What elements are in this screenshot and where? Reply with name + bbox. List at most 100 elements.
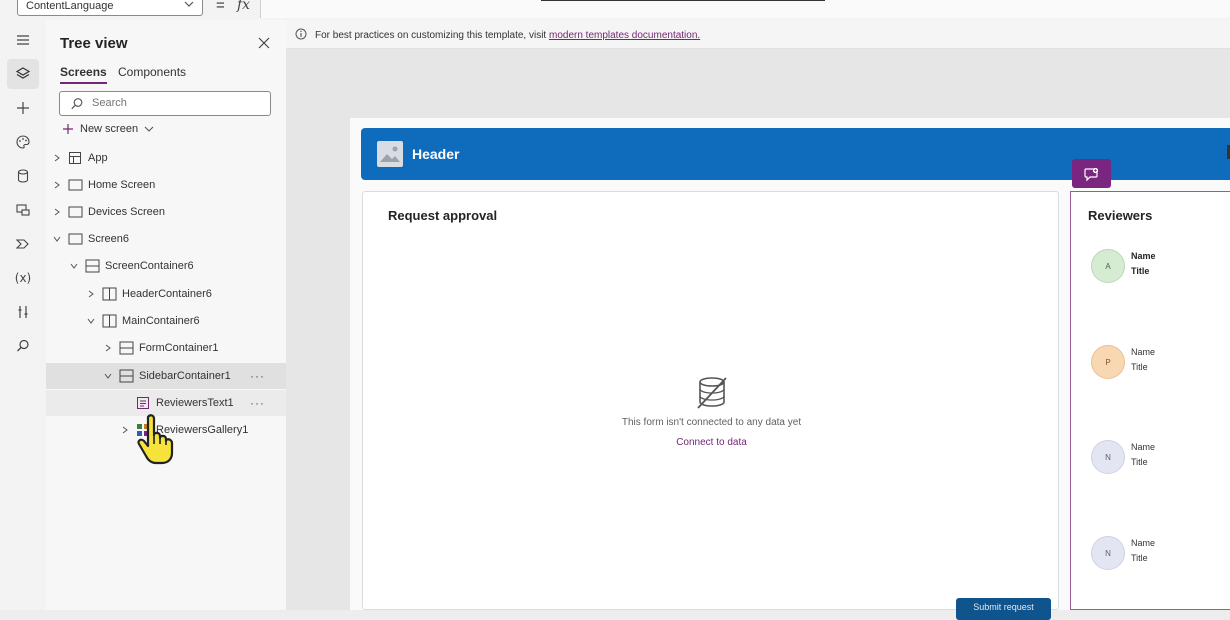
power-automate-icon[interactable] — [7, 229, 39, 259]
screen-icon — [67, 205, 83, 219]
property-dropdown-value: ContentLanguage — [26, 0, 114, 12]
tree-node-label: MainContainer6 — [122, 315, 200, 327]
plus-icon — [63, 124, 73, 134]
form-container[interactable]: Request approval This form isn't connect… — [362, 191, 1060, 620]
tree-node-headercontainer6[interactable]: HeaderContainer6 — [46, 281, 325, 307]
info-text: For best practices on customizing this t… — [315, 30, 700, 41]
templates-documentation-link[interactable]: modern templates documentation. — [549, 30, 700, 41]
reviewers-title: Reviewers — [1088, 208, 1153, 223]
tree-node-app[interactable]: App — [46, 145, 291, 171]
copilot-icon[interactable] — [1072, 159, 1111, 188]
form-empty-message: This form isn't connected to any data ye… — [621, 417, 802, 428]
tree-node-screen6[interactable]: Screen6 — [46, 226, 291, 252]
info-icon — [295, 28, 307, 40]
reviewer-title: Title — [1131, 553, 1148, 563]
reviewer-name: Name — [1131, 251, 1156, 261]
formula-input[interactable] — [260, 0, 1230, 18]
tree-node-label: Screen6 — [88, 233, 129, 245]
menu-icon[interactable] — [7, 25, 39, 55]
tree-node-screencontainer6[interactable]: ScreenContainer6 — [46, 253, 308, 279]
tree-node-label: SidebarContainer1 — [139, 370, 231, 382]
plus-icon[interactable] — [7, 93, 39, 123]
connect-to-data-link[interactable]: Connect to data — [363, 437, 1060, 448]
avatar: A — [1091, 249, 1125, 283]
left-rail: (x) — [0, 20, 47, 610]
database-icon[interactable] — [7, 161, 39, 191]
chevron-right-icon[interactable] — [51, 181, 63, 189]
tree-node-label: Devices Screen — [88, 206, 166, 218]
formula-bar: ContentLanguage = fx — [0, 0, 1230, 20]
tree-node-label: ReviewersText1 — [156, 397, 234, 409]
fx-icon: fx — [237, 0, 251, 13]
more-options-icon[interactable]: ··· — [250, 369, 265, 383]
chevron-down-icon[interactable] — [85, 317, 97, 325]
reviewer-item[interactable]: N Name Title — [1091, 440, 1230, 480]
image-placeholder-icon[interactable] — [377, 141, 403, 167]
search-input[interactable] — [90, 96, 264, 110]
chevron-down-icon — [184, 0, 194, 9]
chevron-right-icon[interactable] — [102, 344, 114, 352]
reviewer-item[interactable]: A Name Title — [1091, 249, 1230, 289]
more-options-icon[interactable]: ··· — [250, 396, 265, 410]
tree-node-devices-screen[interactable]: Devices Screen — [46, 199, 291, 225]
reviewer-item[interactable]: N Name Title — [1091, 536, 1230, 576]
media-icon[interactable] — [7, 195, 39, 225]
property-dropdown[interactable]: ContentLanguage — [17, 0, 203, 16]
tree-node-label: ScreenContainer6 — [105, 260, 194, 272]
chevron-right-icon[interactable] — [85, 290, 97, 298]
equals-sign: = — [216, 0, 225, 14]
tree-search-box[interactable] — [59, 91, 271, 116]
screen-icon — [67, 178, 83, 192]
new-screen-label: New screen — [80, 123, 139, 135]
search-icon[interactable] — [7, 331, 39, 361]
tree-view-title: Tree view — [60, 35, 128, 52]
tree-node-label: Home Screen — [88, 179, 156, 191]
sidebar-container[interactable]: Reviewers A Name Title P Name Title N Na… — [1070, 191, 1230, 610]
template-info-bar: For best practices on customizing this t… — [286, 20, 1230, 49]
reviewer-name: Name — [1131, 347, 1156, 357]
database-off-icon — [696, 376, 728, 410]
layers-icon[interactable] — [7, 59, 39, 89]
new-screen-button[interactable]: New screen — [62, 123, 154, 135]
chevron-right-icon[interactable] — [51, 154, 63, 162]
app-icon — [67, 151, 83, 165]
horizontal-container-icon — [101, 314, 117, 328]
tree-node-label: FormContainer1 — [139, 342, 219, 354]
submit-request-button[interactable]: Submit request — [956, 598, 1051, 620]
tools-icon[interactable] — [7, 297, 39, 327]
reviewer-name: Name — [1131, 538, 1156, 548]
vertical-container-icon — [118, 341, 134, 355]
avatar: N — [1091, 440, 1125, 474]
header-title: Header — [412, 146, 460, 162]
tree-node-label: HeaderContainer6 — [122, 288, 212, 300]
vertical-container-icon — [118, 369, 134, 383]
chevron-down-icon[interactable] — [102, 372, 114, 380]
reviewer-title: Title — [1131, 457, 1148, 467]
reviewer-name: Name — [1131, 442, 1156, 452]
avatar: P — [1091, 345, 1125, 379]
tab-screens[interactable]: Screens — [60, 65, 107, 84]
palette-icon[interactable] — [7, 127, 39, 157]
close-icon[interactable] — [256, 35, 272, 51]
vertical-container-icon — [84, 259, 100, 273]
variables-icon[interactable]: (x) — [7, 263, 39, 293]
screen-icon — [67, 232, 83, 246]
chevron-down-icon[interactable] — [68, 262, 80, 270]
design-canvas[interactable]: For best practices on customizing this t… — [286, 20, 1230, 620]
chevron-down-icon — [144, 126, 154, 132]
reviewer-item[interactable]: P Name Title — [1091, 345, 1230, 385]
chevron-down-icon[interactable] — [51, 235, 63, 243]
tree-view-pane: Tree view Screens Components New screen … — [46, 20, 375, 610]
form-title: Request approval — [388, 208, 498, 223]
chevron-right-icon[interactable] — [51, 208, 63, 216]
tree-node-maincontainer6[interactable]: MainContainer6 — [46, 308, 325, 334]
tab-components[interactable]: Components — [118, 65, 186, 79]
avatar: N — [1091, 536, 1125, 570]
tree-node-home-screen[interactable]: Home Screen — [46, 172, 291, 198]
tree-node-label: App — [88, 152, 108, 164]
horizontal-container-icon — [101, 287, 117, 301]
formula-divider — [541, 0, 825, 2]
chevron-right-icon[interactable] — [119, 426, 131, 434]
app-screen-preview[interactable]: Header Request approval This form isn't … — [350, 118, 1230, 620]
reviewer-title: Title — [1131, 362, 1148, 372]
